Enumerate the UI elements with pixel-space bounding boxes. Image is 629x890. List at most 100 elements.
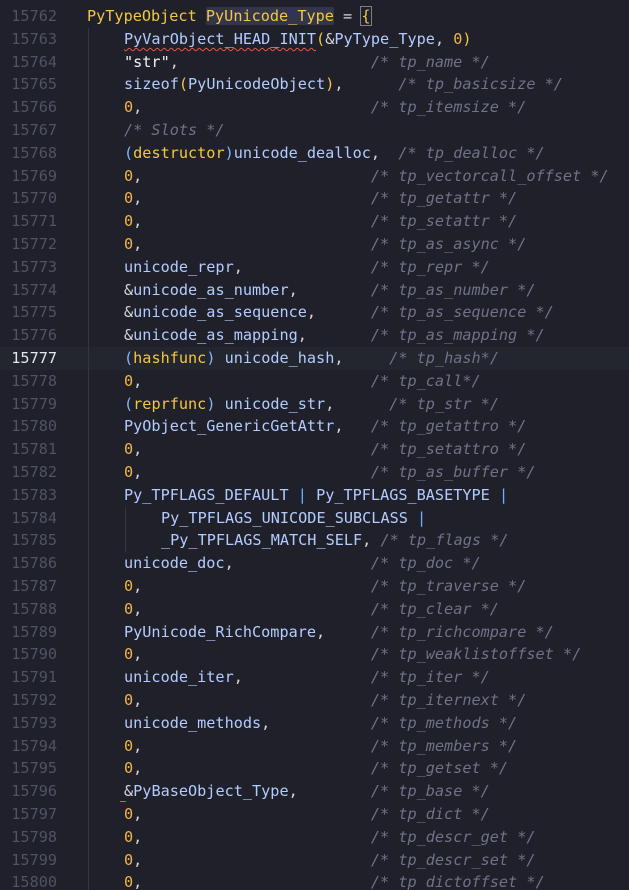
code-line[interactable]: 15763 PyVarObject_HEAD_INIT(&PyType_Type,… — [0, 28, 629, 51]
code-line[interactable]: 15793 unicode_methods, /* tp_methods */ — [0, 712, 629, 735]
code-token: unicode_str — [224, 394, 326, 413]
line-number: 15796 — [11, 782, 57, 801]
code-line[interactable]: 15788 0, /* tp_clear */ — [0, 598, 629, 621]
code-token: /* tp_itemsize */ — [370, 98, 527, 117]
code-text: 0, /* tp_iternext */ — [124, 689, 526, 712]
line-number: 15786 — [11, 554, 57, 573]
indent-guide — [88, 27, 89, 890]
code-token: , — [133, 599, 371, 618]
code-text: &PyBaseObject_Type, /* tp_base */ — [124, 780, 490, 803]
code-line[interactable]: 15765 sizeof(PyUnicodeObject), /* tp_basi… — [0, 73, 629, 96]
code-line[interactable]: 15786 unicode_doc, /* tp_doc */ — [0, 552, 629, 575]
code-line[interactable]: 15781 0, /* tp_setattro */ — [0, 438, 629, 461]
code-line[interactable]: 15800 0, /* tp_dictoffset */ — [0, 871, 629, 890]
code-token: unicode_iter — [124, 668, 234, 687]
code-line[interactable]: 15775 &unicode_as_sequence, /* tp_as_sequ… — [0, 301, 629, 324]
code-line[interactable]: 15774 &unicode_as_number, /* tp_as_number… — [0, 279, 629, 302]
code-line[interactable]: 15762 PyTypeObject PyUnicode_Type = { — [0, 5, 629, 28]
code-token: /* tp_dealloc */ — [398, 143, 545, 162]
code-token: destructor — [133, 143, 225, 162]
code-line[interactable]: 15794 0, /* tp_members */ — [0, 735, 629, 758]
code-text: sizeof(PyUnicodeObject), /* tp_basicsize… — [124, 73, 563, 96]
code-line[interactable]: 15796 &PyBaseObject_Type, /* tp_base */ — [0, 780, 629, 803]
line-number: 15779 — [11, 394, 57, 413]
code-text: 0, /* tp_descr_get */ — [124, 826, 536, 849]
code-token: PyBaseObject_Type — [133, 782, 289, 801]
code-line[interactable]: 15784 Py_TPFLAGS_UNICODE_SUBCLASS | — [0, 507, 629, 530]
code-token: { — [360, 6, 372, 26]
line-number: 15789 — [11, 622, 57, 641]
code-text: Py_TPFLAGS_UNICODE_SUBCLASS | — [161, 507, 426, 530]
code-line[interactable]: 15768 (destructor)unicode_dealloc, /* tp_… — [0, 142, 629, 165]
code-token: , — [133, 873, 371, 890]
code-token: unicode_as_mapping — [133, 326, 298, 345]
code-token: & — [124, 280, 134, 299]
code-token: unicode_dealloc — [233, 143, 371, 162]
code-text: PyUnicode_RichCompare, /* tp_richcompare… — [124, 621, 554, 644]
line-number: 15785 — [11, 531, 57, 550]
code-line[interactable]: 15772 0, /* tp_as_async */ — [0, 233, 629, 256]
code-token: , — [133, 645, 371, 664]
code-token: , — [133, 212, 371, 231]
code-token: 0 — [124, 577, 134, 595]
code-token: 0 — [124, 189, 134, 208]
line-number: 15783 — [11, 485, 57, 504]
code-line[interactable]: 15787 0, /* tp_traverse */ — [0, 575, 629, 598]
code-token: /* tp_methods */ — [370, 713, 518, 732]
code-token: ( — [316, 29, 326, 48]
code-line[interactable]: 15785 _Py_TPFLAGS_MATCH_SELF, /* tp_flags… — [0, 529, 629, 552]
code-line[interactable]: 15792 0, /* tp_iternext */ — [0, 689, 629, 712]
line-number: 15772 — [11, 235, 57, 253]
code-token: unicode_as_sequence — [133, 303, 307, 322]
code-line[interactable]: 15798 0, /* tp_descr_get */ — [0, 826, 629, 849]
code-token: 0 — [124, 759, 134, 778]
code-line[interactable]: 15783 Py_TPFLAGS_DEFAULT | Py_TPFLAGS_BAS… — [0, 484, 629, 507]
code-token: , — [169, 52, 371, 71]
code-token: /* tp_getset */ — [370, 759, 509, 778]
line-number: 15782 — [11, 463, 57, 481]
code-line[interactable]: 15777 (hashfunc) unicode_hash, /* tp_hash… — [0, 347, 629, 370]
line-number: 15797 — [11, 805, 57, 823]
code-token: | — [297, 485, 307, 504]
code-token: ( — [124, 349, 134, 367]
code-token: "str" — [124, 52, 170, 71]
code-token: 0 — [124, 691, 134, 709]
code-line[interactable]: 15790 0, /* tp_weaklistoffset */ — [0, 643, 629, 666]
code-line[interactable]: 15789 PyUnicode_RichCompare, /* tp_richco… — [0, 621, 629, 644]
code-editor[interactable]: 15762 PyTypeObject PyUnicode_Type = {1576… — [0, 0, 629, 890]
code-line[interactable]: 15766 0, /* tp_itemsize */ — [0, 96, 629, 119]
code-line[interactable]: 15764 "str", /* tp_name */ — [0, 51, 629, 74]
line-number: 15790 — [11, 645, 57, 664]
code-token: Py_TPFLAGS_UNICODE_SUBCLASS — [161, 508, 408, 527]
code-line[interactable]: 15779 (reprfunc) unicode_str, /* tp_str *… — [0, 393, 629, 416]
code-line[interactable]: 15780 PyObject_GenericGetAttr, /* tp_geta… — [0, 415, 629, 438]
code-line[interactable]: 15795 0, /* tp_getset */ — [0, 757, 629, 780]
code-token: /* tp_descr_get */ — [370, 827, 536, 846]
code-token: , — [306, 303, 371, 322]
code-text: 0, /* tp_itemsize */ — [124, 96, 526, 119]
code-token: unicode_hash — [224, 349, 335, 367]
code-line[interactable]: 15797 0, /* tp_dict */ — [0, 803, 629, 826]
code-text: 0, /* tp_as_async */ — [124, 233, 526, 256]
code-line[interactable]: 15770 0, /* tp_getattr */ — [0, 187, 629, 210]
code-line[interactable]: 15799 0, /* tp_descr_set */ — [0, 849, 629, 872]
code-token: /* tp_as_async */ — [370, 235, 527, 253]
code-text: (destructor)unicode_dealloc, /* tp_deall… — [124, 142, 545, 165]
code-token: /* tp_hash*/ — [389, 349, 499, 367]
code-line[interactable]: 15778 0, /* tp_call*/ — [0, 370, 629, 393]
code-line[interactable]: 15767 /* Slots */ — [0, 119, 629, 142]
code-token: 0 — [124, 736, 134, 755]
code-line[interactable]: 15771 0, /* tp_setattr */ — [0, 210, 629, 233]
code-text: Py_TPFLAGS_DEFAULT | Py_TPFLAGS_BASETYPE… — [124, 484, 508, 507]
code-token: sizeof — [124, 75, 179, 94]
code-token: , — [288, 280, 371, 299]
code-token: , — [133, 440, 371, 459]
code-line[interactable]: 15776 &unicode_as_mapping, /* tp_as_mappi… — [0, 324, 629, 347]
code-token: 0 — [124, 371, 134, 390]
code-line[interactable]: 15791 unicode_iter, /* tp_iter */ — [0, 666, 629, 689]
code-line[interactable]: 15782 0, /* tp_as_buffer */ — [0, 461, 629, 484]
code-line[interactable]: 15773 unicode_repr, /* tp_repr */ — [0, 256, 629, 279]
code-line[interactable]: 15769 0, /* tp_vectorcall_offset */ — [0, 165, 629, 188]
